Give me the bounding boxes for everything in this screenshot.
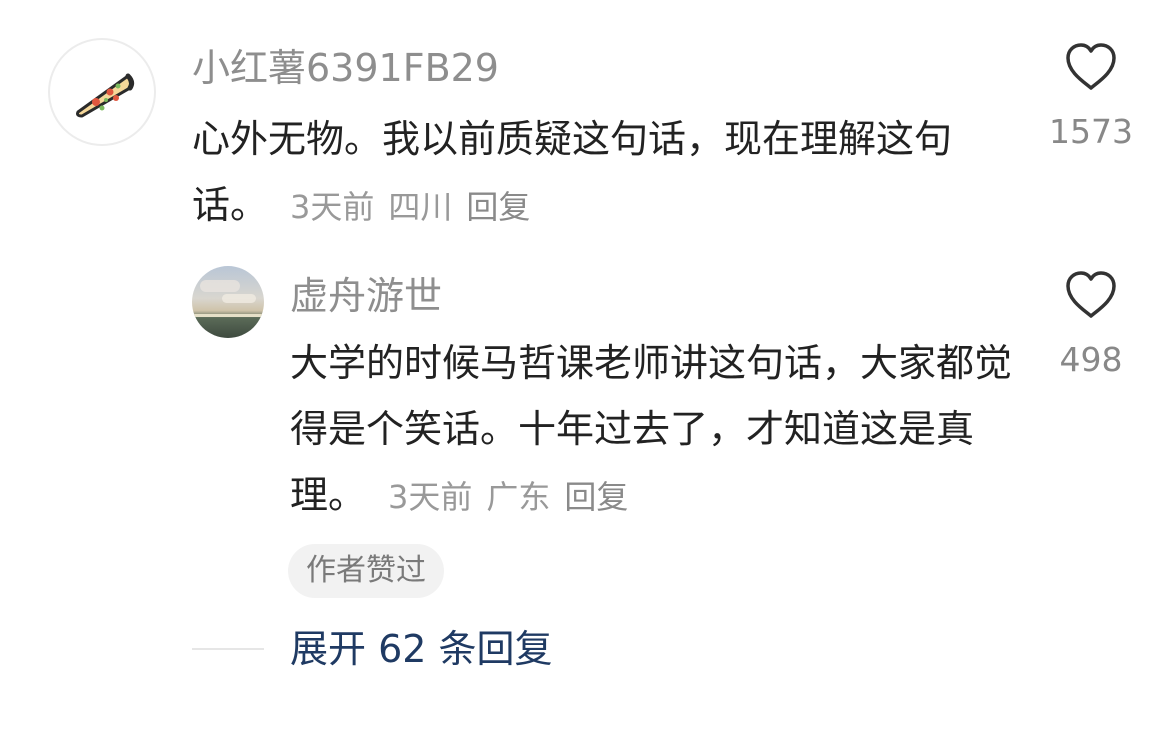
reply-username[interactable]: 虚舟游世	[290, 272, 442, 320]
avatar[interactable]	[48, 38, 156, 146]
comment-thread: 小红薯6391FB29 心外无物。我以前质疑这句话，现在理解这句话。 3天前 四川回…	[0, 0, 1170, 744]
heart-icon	[1066, 271, 1116, 318]
expand-replies-button[interactable]: 展开 62 条回复	[290, 622, 553, 676]
reply-reply-button[interactable]: 回复	[564, 478, 628, 516]
landscape-photo-icon	[200, 280, 240, 292]
comment-like-count: 1573	[1049, 112, 1133, 151]
comment-username[interactable]: 小红薯6391FB29	[192, 44, 499, 92]
comment-location: 四川	[388, 188, 453, 226]
heart-icon	[1066, 43, 1116, 90]
comment-time: 3天前	[290, 188, 375, 226]
reply-content[interactable]: 大学的时候马哲课老师讲这句话，大家都觉得是个笑话。十年过去了，才知道这是真理。 3…	[290, 330, 1020, 530]
avatar-bridge	[192, 314, 264, 317]
reply-time: 3天前	[388, 478, 473, 516]
comment-like-button[interactable]: 1573	[1048, 42, 1134, 152]
avatar-cloud	[222, 294, 256, 303]
reply-like-count: 498	[1059, 340, 1123, 379]
comment-reply-button[interactable]: 回复	[466, 188, 530, 226]
comment-content[interactable]: 心外无物。我以前质疑这句话，现在理解这句话。 3天前 四川 回复	[192, 106, 992, 240]
reply-location: 广东	[486, 478, 551, 516]
pizza-slice-icon	[76, 73, 135, 118]
comment-meta: 3天前 四川 回复	[290, 188, 530, 226]
author-liked-badge: 作者赞过	[288, 544, 444, 598]
reply-meta: 3天前 广东 回复	[388, 478, 628, 516]
reply-avatar[interactable]	[192, 266, 264, 338]
divider	[192, 648, 264, 650]
reply-like-button[interactable]: 498	[1048, 270, 1134, 380]
